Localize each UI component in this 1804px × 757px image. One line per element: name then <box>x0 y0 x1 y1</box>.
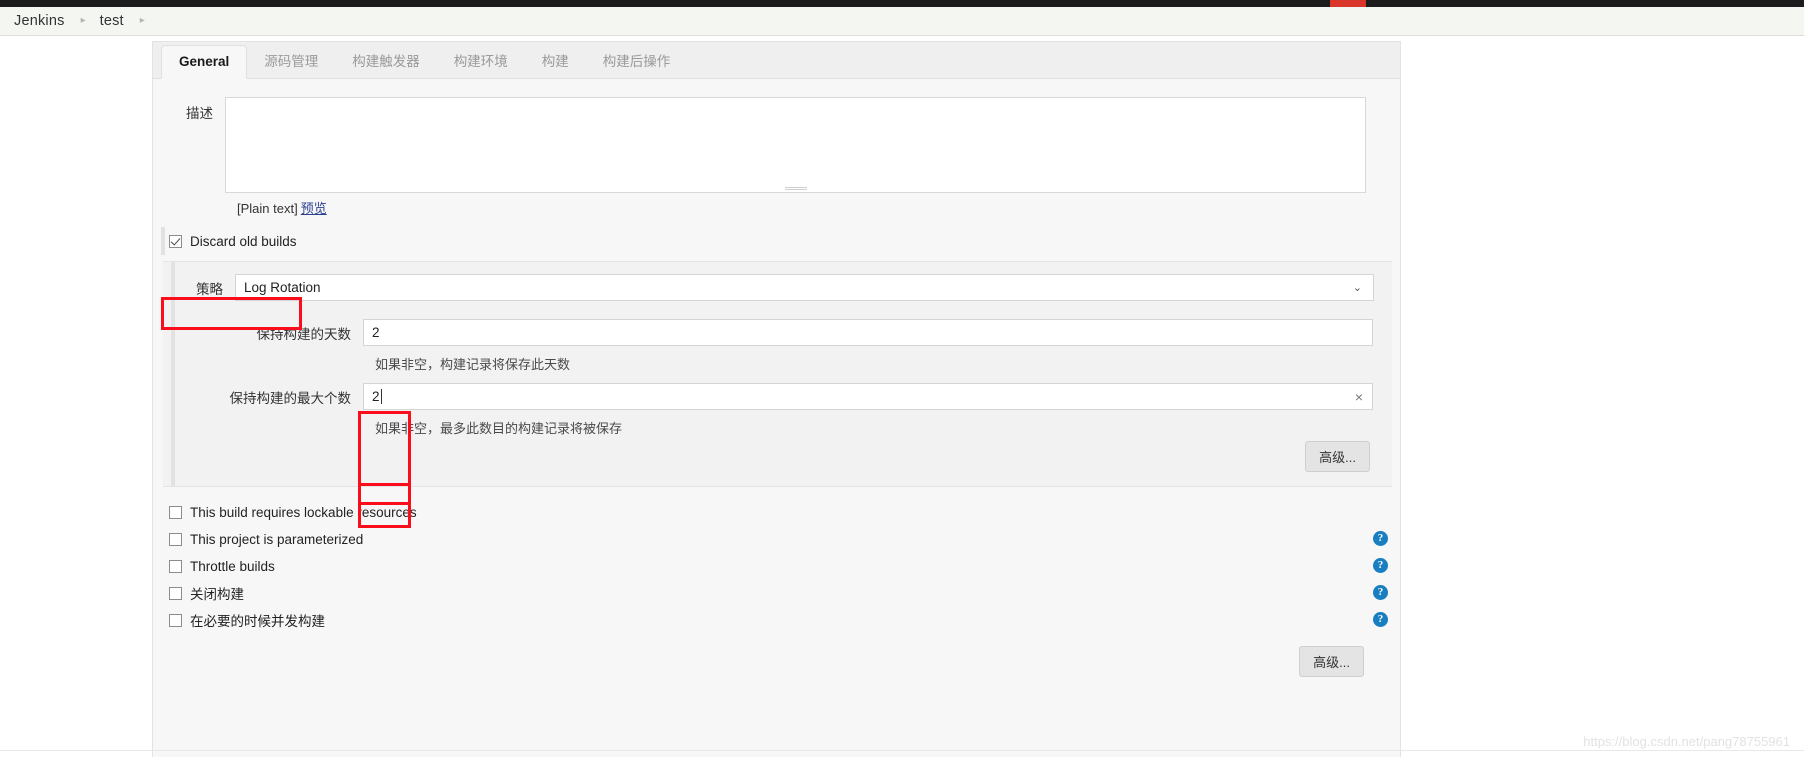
nested-left-rail <box>171 262 175 486</box>
strategy-row: 策略 Log Rotation ⌄ <box>163 274 1392 301</box>
description-textarea[interactable] <box>225 97 1366 193</box>
breadcrumb-separator-icon: ▸ <box>80 15 86 26</box>
strategy-select[interactable]: Log Rotation ⌄ <box>235 274 1374 301</box>
advanced-button-general[interactable]: 高级... <box>1299 646 1364 677</box>
description-preview-link[interactable]: 预览 <box>301 201 327 216</box>
lockable-resources-checkbox[interactable] <box>169 505 182 519</box>
config-form: 描述 [Plain text]预览 Discard old builds ? <box>153 79 1400 677</box>
jenkins-job-config-page: Jenkins ▸ test ▸ General 源码管理 构建触发器 构建环境… <box>0 0 1804 757</box>
days-to-keep-help: 如果非空，构建记录将保存此天数 <box>375 357 571 372</box>
tab-build-environment[interactable]: 构建环境 <box>437 42 525 79</box>
tab-build[interactable]: 构建 <box>525 42 586 79</box>
help-icon-concurrent-build[interactable]: ? <box>1373 612 1388 627</box>
browser-active-tab-indicator <box>1330 0 1366 7</box>
config-tabbar: General 源码管理 构建触发器 构建环境 构建 构建后操作 <box>153 42 1400 79</box>
checkbox-row-parameterized[interactable]: This project is parameterized ? <box>163 526 1400 552</box>
page-bottom-divider <box>0 750 1804 751</box>
discard-old-builds-checkbox[interactable] <box>169 234 182 248</box>
builds-to-keep-row: 保持构建的最大个数 2 × <box>163 383 1392 410</box>
tab-post-build-actions[interactable]: 构建后操作 <box>586 42 688 79</box>
throttle-builds-label: Throttle builds <box>190 558 275 574</box>
parameterized-checkbox[interactable] <box>169 532 182 546</box>
plain-text-label: [Plain text] <box>237 201 298 216</box>
checkbox-row-disable-build[interactable]: 关闭构建 ? <box>163 580 1400 606</box>
disable-build-checkbox[interactable] <box>169 586 182 600</box>
help-icon-parameterized[interactable]: ? <box>1373 531 1388 546</box>
help-icon-throttle-builds[interactable]: ? <box>1373 558 1388 573</box>
checkbox-row-concurrent-build[interactable]: 在必要的时候并发构建 ? <box>163 607 1400 633</box>
breadcrumb-item-test[interactable]: test <box>100 13 124 29</box>
builds-to-keep-value: 2 <box>372 389 380 404</box>
breadcrumb-item-jenkins[interactable]: Jenkins <box>14 13 65 29</box>
tab-source-code-management[interactable]: 源码管理 <box>247 42 335 79</box>
builds-to-keep-input[interactable]: 2 × <box>363 383 1373 410</box>
watermark-text: https://blog.csdn.net/pang78755961 <box>1583 734 1790 749</box>
description-label: 描述 <box>186 106 213 121</box>
tab-build-triggers[interactable]: 构建触发器 <box>335 42 437 79</box>
breadcrumb: Jenkins ▸ test ▸ <box>0 7 1804 36</box>
lockable-resources-label: This build requires lockable resources <box>190 504 417 520</box>
outer-advanced-row: 高级... <box>153 634 1400 677</box>
advanced-button-log-rotation[interactable]: 高级... <box>1305 441 1370 472</box>
days-to-keep-input[interactable]: 2 <box>363 319 1373 346</box>
log-rotation-section: 策略 Log Rotation ⌄ 保持构建的天数 2 如果非空，构建记录将保存… <box>163 261 1392 487</box>
chevron-down-icon: ⌄ <box>1352 282 1362 294</box>
section-left-rail <box>161 227 165 255</box>
browser-top-strip <box>0 0 1804 7</box>
description-row: 描述 <box>153 79 1400 193</box>
config-panel: General 源码管理 构建触发器 构建环境 构建 构建后操作 描述 [Pla… <box>152 41 1401 757</box>
checkbox-row-lockable-resources[interactable]: This build requires lockable resources <box>163 499 1400 525</box>
days-to-keep-row: 保持构建的天数 2 <box>163 319 1392 346</box>
discard-old-builds-row[interactable]: Discard old builds <box>153 227 1400 255</box>
concurrent-build-label: 在必要的时候并发构建 <box>190 614 325 629</box>
textarea-resize-grip-icon[interactable] <box>784 187 807 190</box>
disable-build-label: 关闭构建 <box>190 587 244 602</box>
strategy-selected-value: Log Rotation <box>244 280 321 295</box>
inner-advanced-row: 高级... <box>163 441 1392 472</box>
checkbox-row-throttle-builds[interactable]: Throttle builds ? <box>163 553 1400 579</box>
description-format-note: [Plain text] 预览 <box>237 198 1400 217</box>
extra-options-list: This build requires lockable resources T… <box>153 487 1400 633</box>
breadcrumb-separator-icon-2: ▸ <box>139 15 145 26</box>
builds-to-keep-label: 保持构建的最大个数 <box>229 390 352 406</box>
clear-input-icon[interactable]: × <box>1355 390 1363 404</box>
discard-old-builds-label: Discard old builds <box>190 233 297 249</box>
days-to-keep-label: 保持构建的天数 <box>256 326 352 342</box>
parameterized-label: This project is parameterized <box>190 531 364 547</box>
tab-general[interactable]: General <box>161 45 248 79</box>
days-to-keep-value: 2 <box>372 325 380 340</box>
builds-to-keep-help: 如果非空，最多此数目的构建记录将被保存 <box>375 421 623 436</box>
throttle-builds-checkbox[interactable] <box>169 559 182 573</box>
text-caret <box>380 389 382 404</box>
concurrent-build-checkbox[interactable] <box>169 613 182 627</box>
help-icon-disable-build[interactable]: ? <box>1373 585 1388 600</box>
